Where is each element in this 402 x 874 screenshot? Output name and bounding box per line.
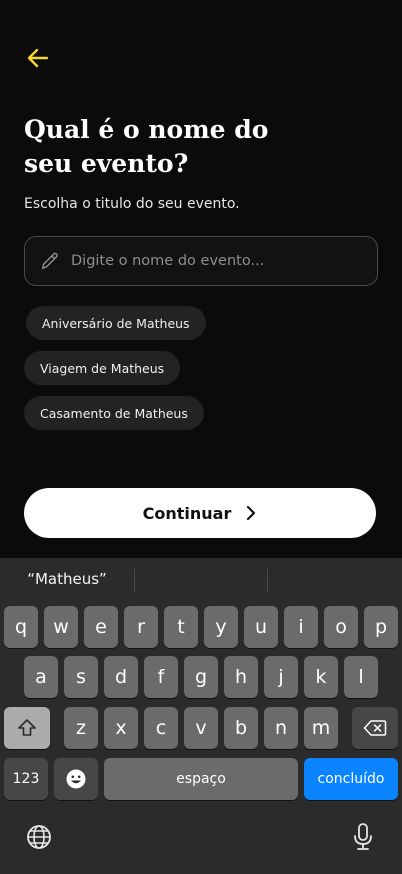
- key-f[interactable]: f: [144, 656, 178, 698]
- globe-icon[interactable]: [26, 824, 52, 850]
- backspace-icon: [363, 720, 387, 736]
- suggestion-label: Aniversário de Matheus: [42, 315, 190, 331]
- page-title: Qual é o nome do seu evento?: [24, 115, 269, 178]
- key-m[interactable]: m: [304, 707, 338, 749]
- arrow-left-icon: [27, 48, 49, 68]
- event-name-field[interactable]: [24, 236, 378, 286]
- key-u[interactable]: u: [244, 606, 278, 648]
- key-c[interactable]: c: [144, 707, 178, 749]
- continue-button[interactable]: Continuar: [24, 488, 376, 538]
- key-a[interactable]: a: [24, 656, 58, 698]
- key-y[interactable]: y: [204, 606, 238, 648]
- key-d[interactable]: d: [104, 656, 138, 698]
- key-s[interactable]: s: [64, 656, 98, 698]
- key-j[interactable]: j: [264, 656, 298, 698]
- done-key[interactable]: concluído: [304, 758, 398, 800]
- delete-key[interactable]: [352, 707, 398, 749]
- space-key[interactable]: espaço: [104, 758, 298, 800]
- key-p[interactable]: p: [364, 606, 398, 648]
- pencil-icon: [41, 252, 58, 270]
- chevron-right-icon: [247, 505, 256, 521]
- key-t[interactable]: t: [164, 606, 198, 648]
- back-button[interactable]: [24, 44, 52, 72]
- suggestion-chip[interactable]: Viagem de Matheus: [24, 351, 181, 385]
- suggestion-label: Casamento de Matheus: [40, 405, 188, 421]
- key-v[interactable]: v: [184, 707, 218, 749]
- key-e[interactable]: e: [84, 606, 118, 648]
- key-l[interactable]: l: [344, 656, 378, 698]
- prediction-label: “Matheus”: [27, 570, 107, 588]
- page-subtitle: Escolha o titulo do seu evento.: [24, 196, 240, 212]
- key-b[interactable]: b: [224, 707, 258, 749]
- shift-icon: [18, 719, 36, 736]
- key-q[interactable]: q: [4, 606, 38, 648]
- emoji-icon: [66, 769, 86, 789]
- shift-key[interactable]: [4, 707, 50, 749]
- prediction-item[interactable]: [268, 558, 402, 600]
- key-i[interactable]: i: [284, 606, 318, 648]
- microphone-icon[interactable]: [352, 822, 374, 852]
- suggestion-label: Viagem de Matheus: [40, 360, 165, 376]
- key-r[interactable]: r: [124, 606, 158, 648]
- key-w[interactable]: w: [44, 606, 78, 648]
- key-g[interactable]: g: [184, 656, 218, 698]
- numbers-key[interactable]: 123: [4, 758, 48, 800]
- key-n[interactable]: n: [264, 707, 298, 749]
- prediction-item[interactable]: “Matheus”: [0, 558, 134, 600]
- event-name-screen: Qual é o nome do seu evento? Escolha o t…: [0, 0, 402, 558]
- key-k[interactable]: k: [304, 656, 338, 698]
- key-z[interactable]: z: [64, 707, 98, 749]
- event-name-input[interactable]: [71, 253, 363, 269]
- prediction-bar: “Matheus”: [0, 558, 402, 600]
- emoji-key[interactable]: [54, 758, 98, 800]
- key-h[interactable]: h: [224, 656, 258, 698]
- suggestion-chip[interactable]: Aniversário de Matheus: [26, 306, 206, 340]
- key-o[interactable]: o: [324, 606, 358, 648]
- key-x[interactable]: x: [104, 707, 138, 749]
- suggestion-chip[interactable]: Casamento de Matheus: [24, 396, 204, 430]
- prediction-item[interactable]: [135, 558, 267, 600]
- continue-label: Continuar: [142, 503, 232, 523]
- keyboard: “Matheus” q w e r t y u i o p a s d f g …: [0, 558, 402, 874]
